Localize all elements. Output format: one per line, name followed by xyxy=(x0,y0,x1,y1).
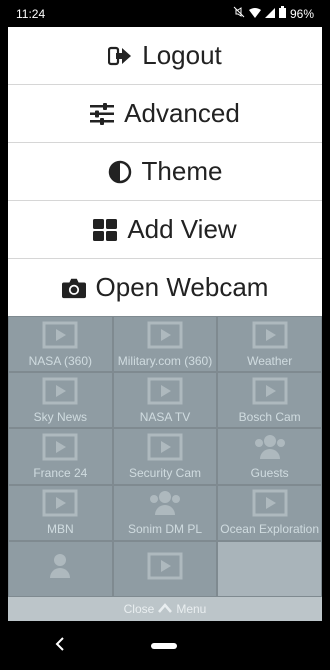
android-nav-bar xyxy=(8,621,322,670)
video-icon xyxy=(147,433,183,464)
close-menu-button[interactable]: Close Menu xyxy=(8,597,322,621)
battery-icon xyxy=(278,6,286,21)
video-icon xyxy=(42,377,78,408)
grid-tile[interactable]: NASA TV xyxy=(112,372,218,429)
view-grid: NASA (360) Military.com (360) Weather Sk… xyxy=(8,316,322,597)
video-icon xyxy=(147,321,183,352)
grid-tile[interactable]: Weather xyxy=(217,316,322,373)
theme-contrast-icon xyxy=(108,160,132,184)
tile-label: Ocean Exploration xyxy=(220,522,320,537)
mute-icon xyxy=(233,6,245,21)
tile-label: Weather xyxy=(247,353,293,368)
grid-tile[interactable]: Sonim DM PL xyxy=(112,484,218,541)
video-icon xyxy=(42,321,78,352)
grid-view-icon xyxy=(93,218,118,242)
side-menu: Logout Advanced Theme Add View Open Webc… xyxy=(8,27,322,316)
video-icon xyxy=(42,489,78,520)
signal-icon xyxy=(264,7,275,21)
theme-button[interactable]: Theme xyxy=(8,143,322,201)
battery-percent: 96% xyxy=(289,6,314,21)
grid-tile[interactable]: Guests xyxy=(217,428,322,485)
tile-label: Military.com (360) xyxy=(117,353,213,368)
status-time: 11:24 xyxy=(16,6,46,21)
grid-tile[interactable]: Security Cam xyxy=(112,428,218,485)
tile-label: France 24 xyxy=(33,465,88,480)
grid-tile[interactable]: Military.com (360) xyxy=(112,316,218,373)
video-icon xyxy=(147,377,183,408)
tile-label: Security Cam xyxy=(128,465,201,480)
video-icon xyxy=(147,552,183,583)
add-view-button[interactable]: Add View xyxy=(8,201,322,259)
close-menu-label-after: Menu xyxy=(176,602,207,616)
add-view-label: Add View xyxy=(127,214,237,244)
grid-tile[interactable]: NASA (360) xyxy=(8,316,113,373)
camera-icon xyxy=(61,276,86,300)
advanced-button[interactable]: Advanced xyxy=(8,85,322,143)
wifi-icon xyxy=(248,7,261,21)
grid-tile[interactable] xyxy=(8,540,113,597)
close-menu-label-before: Close xyxy=(123,602,155,616)
users-icon xyxy=(147,489,183,520)
grid-tile[interactable]: Bosch Cam xyxy=(217,372,322,429)
logout-label: Logout xyxy=(142,40,222,70)
tile-label: Bosch Cam xyxy=(238,409,301,424)
grid-tile[interactable]: Sky News xyxy=(8,372,113,429)
video-icon xyxy=(42,433,78,464)
users-icon xyxy=(42,552,78,583)
tile-label: Sky News xyxy=(33,409,87,424)
grid-tile[interactable]: France 24 xyxy=(8,428,113,485)
grid-tile[interactable]: Ocean Exploration xyxy=(217,484,322,541)
users-icon xyxy=(252,433,288,464)
tile-label: MBN xyxy=(46,522,74,537)
back-button[interactable] xyxy=(8,635,112,656)
video-icon xyxy=(252,489,288,520)
back-chevron-icon xyxy=(55,635,65,656)
status-bar: 11:24 96% xyxy=(8,0,322,27)
tile-label: Guests xyxy=(250,465,289,480)
home-pill-icon xyxy=(151,642,177,649)
video-icon xyxy=(252,377,288,408)
chevron-up-icon xyxy=(158,602,173,616)
tile-label: Sonim DM PL xyxy=(127,522,202,537)
grid-tile[interactable] xyxy=(112,540,218,597)
video-icon xyxy=(252,321,288,352)
tile-label: NASA (360) xyxy=(28,353,93,368)
phone-screen: 11:24 96% Logout Advanced Theme Add View… xyxy=(8,0,322,670)
grid-tile[interactable] xyxy=(217,540,322,597)
open-webcam-button[interactable]: Open Webcam xyxy=(8,259,322,316)
sliders-icon xyxy=(90,102,115,126)
theme-label: Theme xyxy=(141,156,223,186)
home-button[interactable] xyxy=(112,642,216,649)
advanced-label: Advanced xyxy=(124,98,240,128)
logout-button[interactable]: Logout xyxy=(8,27,322,85)
open-webcam-label: Open Webcam xyxy=(95,272,269,302)
logout-icon xyxy=(108,44,132,68)
grid-tile[interactable]: MBN xyxy=(8,484,113,541)
tile-label: NASA TV xyxy=(139,409,191,424)
